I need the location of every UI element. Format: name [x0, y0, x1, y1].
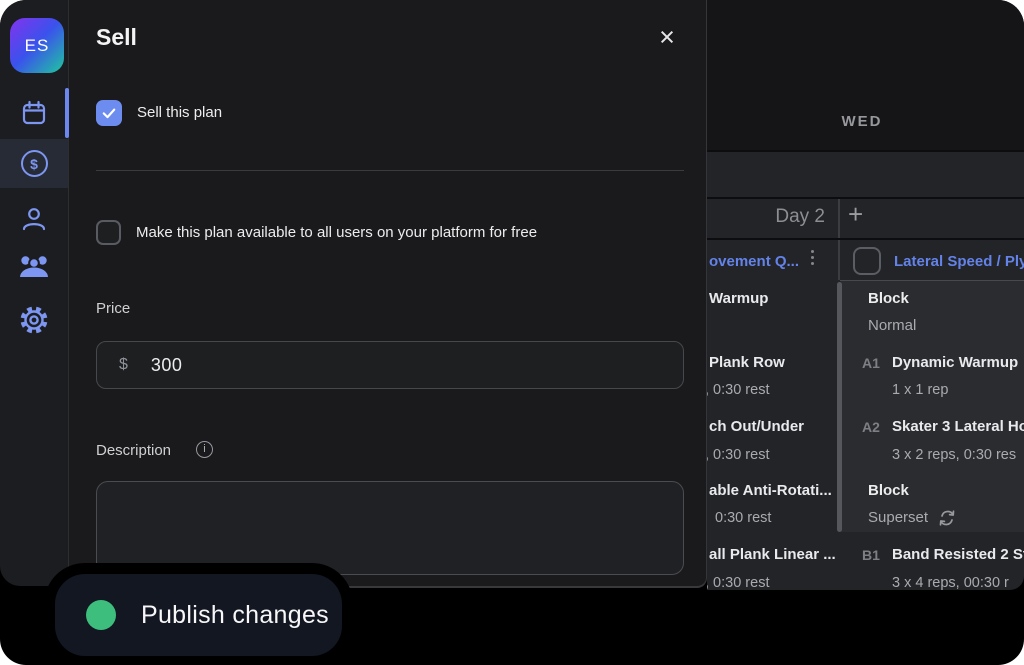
exercise-tag: A2 [862, 417, 880, 437]
workout-title-left[interactable]: ovement Q... [709, 253, 799, 270]
workout-checkbox[interactable] [853, 247, 881, 275]
add-day-button[interactable]: + [848, 201, 863, 227]
team-icon [16, 252, 52, 282]
active-tab-indicator [65, 88, 69, 138]
exercise-name[interactable]: Warmup [709, 289, 768, 309]
exercise-name[interactable]: Dynamic Warmup [892, 353, 1018, 373]
price-label: Price [96, 300, 130, 317]
modal-title: Sell [96, 24, 137, 51]
block-label: Block [868, 481, 909, 501]
sidebar-item-settings[interactable] [0, 298, 68, 342]
exercise-detail: , 0:30 rest [707, 573, 769, 590]
calendar-icon [20, 99, 48, 127]
exercise-detail: , 0:30 rest [707, 445, 769, 465]
exercise-detail: 3 x 2 reps, 0:30 res [892, 445, 1016, 465]
sidebar: ES $ [0, 0, 69, 586]
checkmark-icon [100, 104, 118, 122]
exercise-detail: 0:30 rest [715, 508, 771, 528]
exercise-detail: 1 x 1 rep [892, 380, 948, 400]
person-icon [19, 204, 49, 234]
sidebar-item-calendar[interactable] [0, 88, 68, 138]
day-header: WED [707, 113, 1017, 130]
kebab-menu-icon[interactable] [811, 250, 814, 265]
column-scrollbar[interactable] [837, 282, 842, 532]
day-label: Day 2 [775, 206, 825, 228]
app-window: WED Day 2 + ovement Q... Lateral Speed /… [0, 0, 1024, 665]
block-type: Normal [868, 316, 916, 336]
exercise-detail: 3 x 4 reps, 00:30 r [892, 573, 1009, 590]
sidebar-item-payments[interactable]: $ [0, 139, 68, 188]
avatar[interactable]: ES [10, 18, 64, 73]
block-label: Block [868, 289, 909, 309]
workout-title-right[interactable]: Lateral Speed / Plyo [894, 253, 1024, 270]
exercise-tag: B1 [862, 545, 880, 565]
price-value: 300 [151, 355, 183, 376]
free-plan-checkbox[interactable] [96, 220, 121, 245]
divider [96, 170, 684, 171]
exercise-name[interactable]: able Anti-Rotati... [709, 481, 832, 501]
divider [707, 238, 1024, 240]
divider [707, 197, 1024, 199]
superset-cycle-icon [938, 510, 956, 526]
exercise-name[interactable]: all Plank Linear ... [709, 545, 836, 565]
free-plan-label: Make this plan available to all users on… [136, 224, 537, 241]
description-textarea[interactable] [96, 481, 684, 575]
status-dot-icon [86, 600, 116, 630]
exercise-name[interactable]: ch Out/Under [709, 417, 804, 437]
publish-changes-label: Publish changes [141, 601, 329, 630]
exercise-detail: , 0:30 rest [707, 380, 769, 400]
price-input[interactable]: $ 300 [96, 341, 684, 389]
exercise-tag: A1 [862, 353, 880, 373]
block-type-label: Superset [868, 508, 928, 528]
planner-panel: WED Day 2 + ovement Q... Lateral Speed /… [707, 0, 1024, 590]
sidebar-item-profile[interactable] [0, 199, 68, 239]
sidebar-item-team[interactable] [0, 246, 68, 288]
divider [707, 150, 1024, 152]
sell-modal: Sell × Sell this plan Make this plan ava… [69, 0, 707, 588]
close-icon[interactable]: × [650, 20, 684, 54]
block-type: Superset [868, 508, 956, 528]
exercise-name[interactable]: Band Resisted 2 Step [892, 545, 1024, 565]
sell-this-plan-label: Sell this plan [137, 104, 222, 121]
exercise-name[interactable]: Plank Row [709, 353, 785, 373]
currency-symbol: $ [119, 356, 128, 374]
sell-this-plan-checkbox[interactable] [96, 100, 122, 126]
gear-icon [18, 304, 50, 336]
info-icon[interactable]: i [196, 441, 213, 458]
publish-changes-button[interactable]: Publish changes [55, 574, 342, 656]
exercise-name[interactable]: Skater 3 Lateral Hop [892, 417, 1024, 437]
dollar-icon: $ [21, 150, 48, 177]
description-label: Description [96, 442, 171, 459]
